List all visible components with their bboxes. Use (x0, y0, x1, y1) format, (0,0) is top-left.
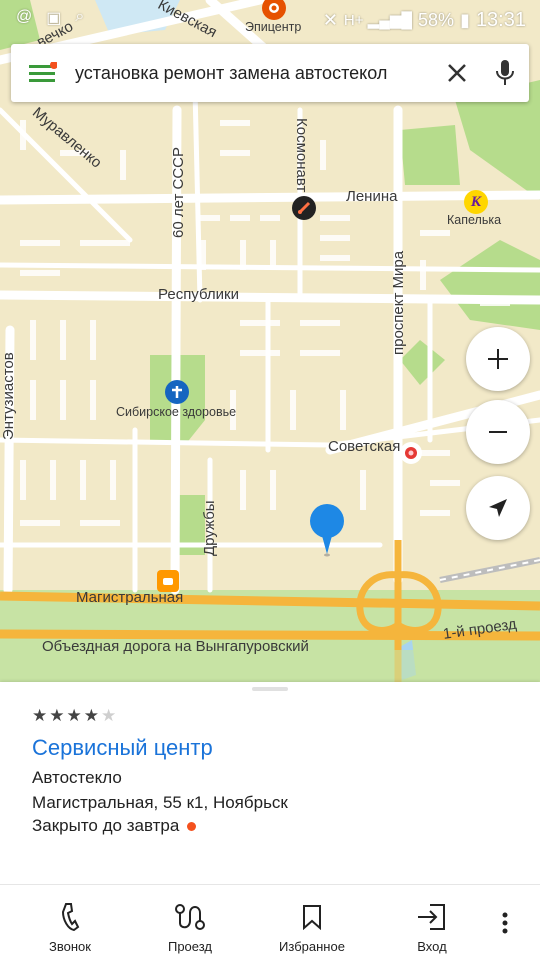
menu-button[interactable] (11, 44, 75, 102)
star-empty-icon: ★ (101, 706, 117, 725)
signal-icon: H+ ▂▄▆█ (343, 12, 412, 29)
phone-icon (61, 903, 80, 932)
search-notification-icon: ⌕ (75, 8, 85, 25)
hours-text: Закрыто до завтра (32, 816, 180, 835)
clear-search-button[interactable] (433, 44, 481, 102)
street-label-druzhby: Дружбы (201, 500, 218, 556)
battery-percent: 58% (418, 9, 455, 30)
bookmark-icon (303, 905, 321, 930)
place-address[interactable]: Магистральная, 55 к1, Ноябрьск (32, 793, 288, 813)
street-label-sovetskaya: Советская (328, 438, 401, 455)
map-canvas (0, 0, 540, 682)
street-label-kosmonavtov: Космонавт (293, 118, 310, 193)
place-name[interactable]: Сервисный центр (32, 735, 213, 761)
place-card[interactable]: ★ ★ ★ ★ ★ Сервисный центр Автостекло Магистр… (0, 682, 540, 884)
star-filled-icon: ★ (32, 706, 48, 725)
kapelka-poi-icon[interactable]: К (464, 190, 488, 214)
favorites-label: Избранное (279, 939, 345, 954)
call-button[interactable]: Звонок (40, 885, 100, 960)
cafe-poi-icon[interactable] (157, 570, 179, 592)
mute-icon: ✕ (322, 9, 338, 30)
card-drag-handle[interactable] (252, 687, 288, 691)
login-label: Вход (417, 939, 447, 954)
close-icon (448, 64, 466, 82)
microphone-icon (496, 60, 514, 85)
street-label-prospekt-mira: проспект Мира (390, 250, 407, 355)
rating-stars: ★ ★ ★ ★ ★ (32, 707, 116, 725)
favorites-button[interactable]: Избранное (270, 885, 354, 960)
map-view[interactable]: Киевская вечко Муравленко Ленина Республ… (0, 0, 540, 682)
more-options-button[interactable] (490, 903, 520, 943)
status-bar: @ ▣ ⌕ ✕ H+ ▂▄▆█ 58% ▮ 13:31 (0, 0, 540, 40)
place-category: Автостекло (32, 768, 122, 787)
notification-icons: @ ▣ ⌕ (10, 8, 84, 28)
route-icon (175, 904, 205, 930)
my-location-button[interactable] (466, 476, 530, 540)
clock: 13:31 (475, 8, 526, 31)
battery-icon: ▮ (460, 9, 470, 30)
star-filled-icon: ★ (83, 706, 99, 725)
more-vertical-icon (502, 912, 508, 934)
closed-status-dot (187, 822, 197, 832)
flower-poi-icon[interactable] (400, 442, 422, 464)
call-label: Звонок (49, 939, 91, 954)
login-button[interactable]: Вход (402, 885, 462, 960)
star-filled-icon: ★ (66, 706, 82, 725)
place-hours: Закрыто до завтра (32, 816, 197, 836)
minus-icon (489, 431, 507, 433)
pharmacy-poi-icon[interactable] (165, 380, 189, 404)
street-label-entuziastov: Энтузиастов (0, 352, 17, 440)
street-label-lenina: Ленина (346, 188, 398, 205)
search-input[interactable]: установка ремонт замена автостекол (75, 63, 433, 84)
login-icon (418, 904, 445, 930)
zoom-out-button[interactable] (466, 400, 530, 464)
location-pin-icon[interactable] (308, 502, 346, 563)
route-button[interactable]: Проезд (160, 885, 220, 960)
street-label-60-let-sssr: 60 лет СССР (170, 147, 187, 238)
auto-parts-poi-icon[interactable] (292, 196, 316, 220)
plus-icon (488, 349, 508, 369)
search-bar[interactable]: установка ремонт замена автостекол (11, 44, 529, 102)
location-arrow-icon (489, 499, 507, 517)
at-icon: @ (16, 8, 33, 25)
zoom-in-button[interactable] (466, 327, 530, 391)
poi-label-kapelka: Капелька (447, 213, 502, 227)
star-filled-icon: ★ (49, 706, 65, 725)
street-label-respubliki: Республики (158, 286, 239, 303)
street-label-obezdnaya: Объездная дорога на Вынгапуровский (42, 638, 309, 655)
route-label: Проезд (167, 939, 212, 954)
poi-label-sibirskoe: Сибирское здоровье (116, 405, 237, 419)
bottom-action-bar: Звонок Проезд Избранное Вход (0, 884, 540, 960)
hamburger-icon (29, 62, 57, 82)
voice-search-button[interactable] (481, 44, 529, 102)
image-icon: ▣ (46, 10, 62, 27)
